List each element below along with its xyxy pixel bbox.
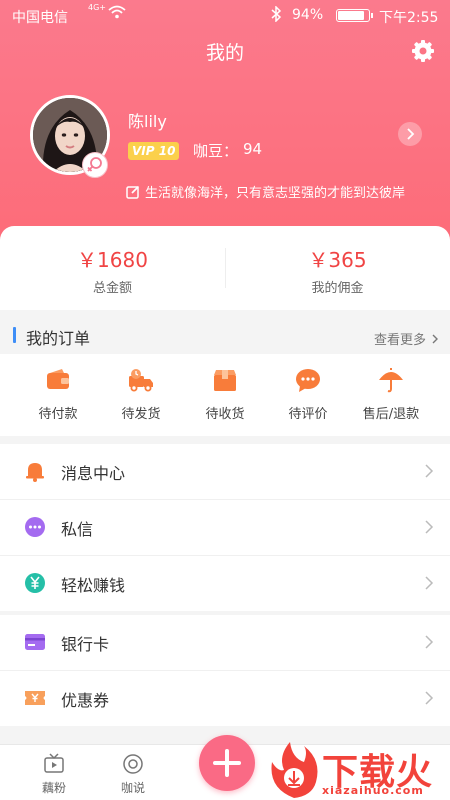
vip-badge: VIP 10 <box>128 142 180 160</box>
tab-oufen[interactable]: 藕粉 <box>26 753 82 796</box>
commission-label: 我的佣金 <box>311 281 364 296</box>
total-amount-value: ￥1680 <box>77 248 148 272</box>
profile-detail-chevron-icon[interactable] <box>398 122 422 146</box>
wallet-icon <box>47 369 69 389</box>
order-status-row: 待付款 待发货 待收货 待评价 售后/退款 <box>0 354 450 436</box>
yuan-coin-icon <box>25 573 45 593</box>
order-pending-review[interactable]: 待评价 <box>263 366 353 422</box>
menu-label: 优惠券 <box>61 691 110 710</box>
chevron-right-icon <box>425 576 434 590</box>
circle-icon <box>123 754 143 774</box>
menu-item-private-messages[interactable]: 私信 <box>0 500 450 555</box>
menu-label: 私信 <box>61 520 94 539</box>
battery-fill <box>338 11 365 20</box>
section-marker <box>13 327 16 343</box>
order-label: 待收货 <box>205 407 245 422</box>
motto-text: 生活就像海洋，只有意志坚强的才能到达彼岸 <box>145 186 406 201</box>
chevron-right-icon <box>425 635 434 649</box>
battery-icon <box>336 9 373 22</box>
total-amount[interactable]: ￥1680 总金额 <box>0 226 225 296</box>
menu-label: 银行卡 <box>61 635 110 654</box>
plus-icon <box>213 749 241 777</box>
gear-icon[interactable] <box>410 38 436 64</box>
carrier-label: 中国电信 <box>12 10 68 26</box>
female-gender-icon <box>82 152 108 178</box>
bell-icon <box>26 463 44 482</box>
page-title: 我的 <box>205 42 244 64</box>
bluetooth-icon <box>270 5 282 26</box>
view-more-link[interactable]: 查看更多 <box>374 329 440 348</box>
orders-title: 我的订单 <box>26 329 91 348</box>
menu-label: 消息中心 <box>61 464 126 483</box>
commission[interactable]: ￥365 我的佣金 <box>225 226 450 296</box>
commission-value: ￥365 <box>308 248 367 272</box>
bank-card-icon <box>25 634 45 650</box>
chevron-right-icon <box>432 334 439 344</box>
menu-label: 轻松赚钱 <box>61 576 126 595</box>
order-pending-payment[interactable]: 待付款 <box>13 366 103 422</box>
tv-icon <box>44 753 64 773</box>
order-label: 待评价 <box>288 407 328 422</box>
network-label: 4G+ <box>88 3 106 12</box>
beans-value: 94 <box>243 140 263 158</box>
order-pending-receipt[interactable]: 待收货 <box>180 366 270 422</box>
battery-percent: 94% <box>292 7 324 23</box>
coupon-icon <box>25 691 45 705</box>
total-amount-label: 总金额 <box>92 281 132 296</box>
menu-item-coupons[interactable]: 优惠券 <box>0 671 450 726</box>
orders-header: 我的订单 查看更多 <box>0 310 450 354</box>
order-pending-shipment[interactable]: 待发货 <box>96 366 186 422</box>
tab-kashuo[interactable]: 咖说 <box>105 753 161 796</box>
tab-label: 藕粉 <box>41 781 66 795</box>
chevron-right-icon <box>425 520 434 534</box>
box-icon <box>214 370 236 391</box>
truck-icon <box>129 369 153 392</box>
order-after-sales[interactable]: 售后/退款 <box>346 366 436 422</box>
menu-item-bank-card[interactable]: 银行卡 <box>0 615 450 670</box>
chevron-right-icon <box>425 464 434 478</box>
edit-icon[interactable] <box>126 184 140 199</box>
order-label: 待付款 <box>38 407 78 422</box>
profile-header: 中国电信 4G+ 94% 下午2:55 我的 陈lily VIP 10 咖豆： … <box>0 0 450 240</box>
order-label: 售后/退款 <box>362 407 420 422</box>
chat-bubble-icon <box>296 369 320 392</box>
tab-label: 咖说 <box>120 781 145 795</box>
clock: 下午2:55 <box>379 10 439 26</box>
watermark-subtext: xiazaihuo.com <box>322 784 424 797</box>
menu-item-messages[interactable]: 消息中心 <box>0 444 450 499</box>
order-label: 待发货 <box>121 407 161 422</box>
add-button[interactable] <box>199 735 255 791</box>
umbrella-icon <box>379 368 403 393</box>
wifi-icon <box>108 5 126 23</box>
beans-label: 咖豆： <box>193 142 239 160</box>
balance-card: ￥1680 总金额 ￥365 我的佣金 <box>0 226 450 310</box>
view-more-label: 查看更多 <box>374 333 427 348</box>
status-bar: 中国电信 4G+ 94% 下午2:55 <box>0 0 450 30</box>
username: 陈lily <box>128 112 167 131</box>
menu-item-earn-money[interactable]: 轻松赚钱 <box>0 556 450 611</box>
chevron-right-icon <box>425 691 434 705</box>
message-icon <box>25 517 45 537</box>
